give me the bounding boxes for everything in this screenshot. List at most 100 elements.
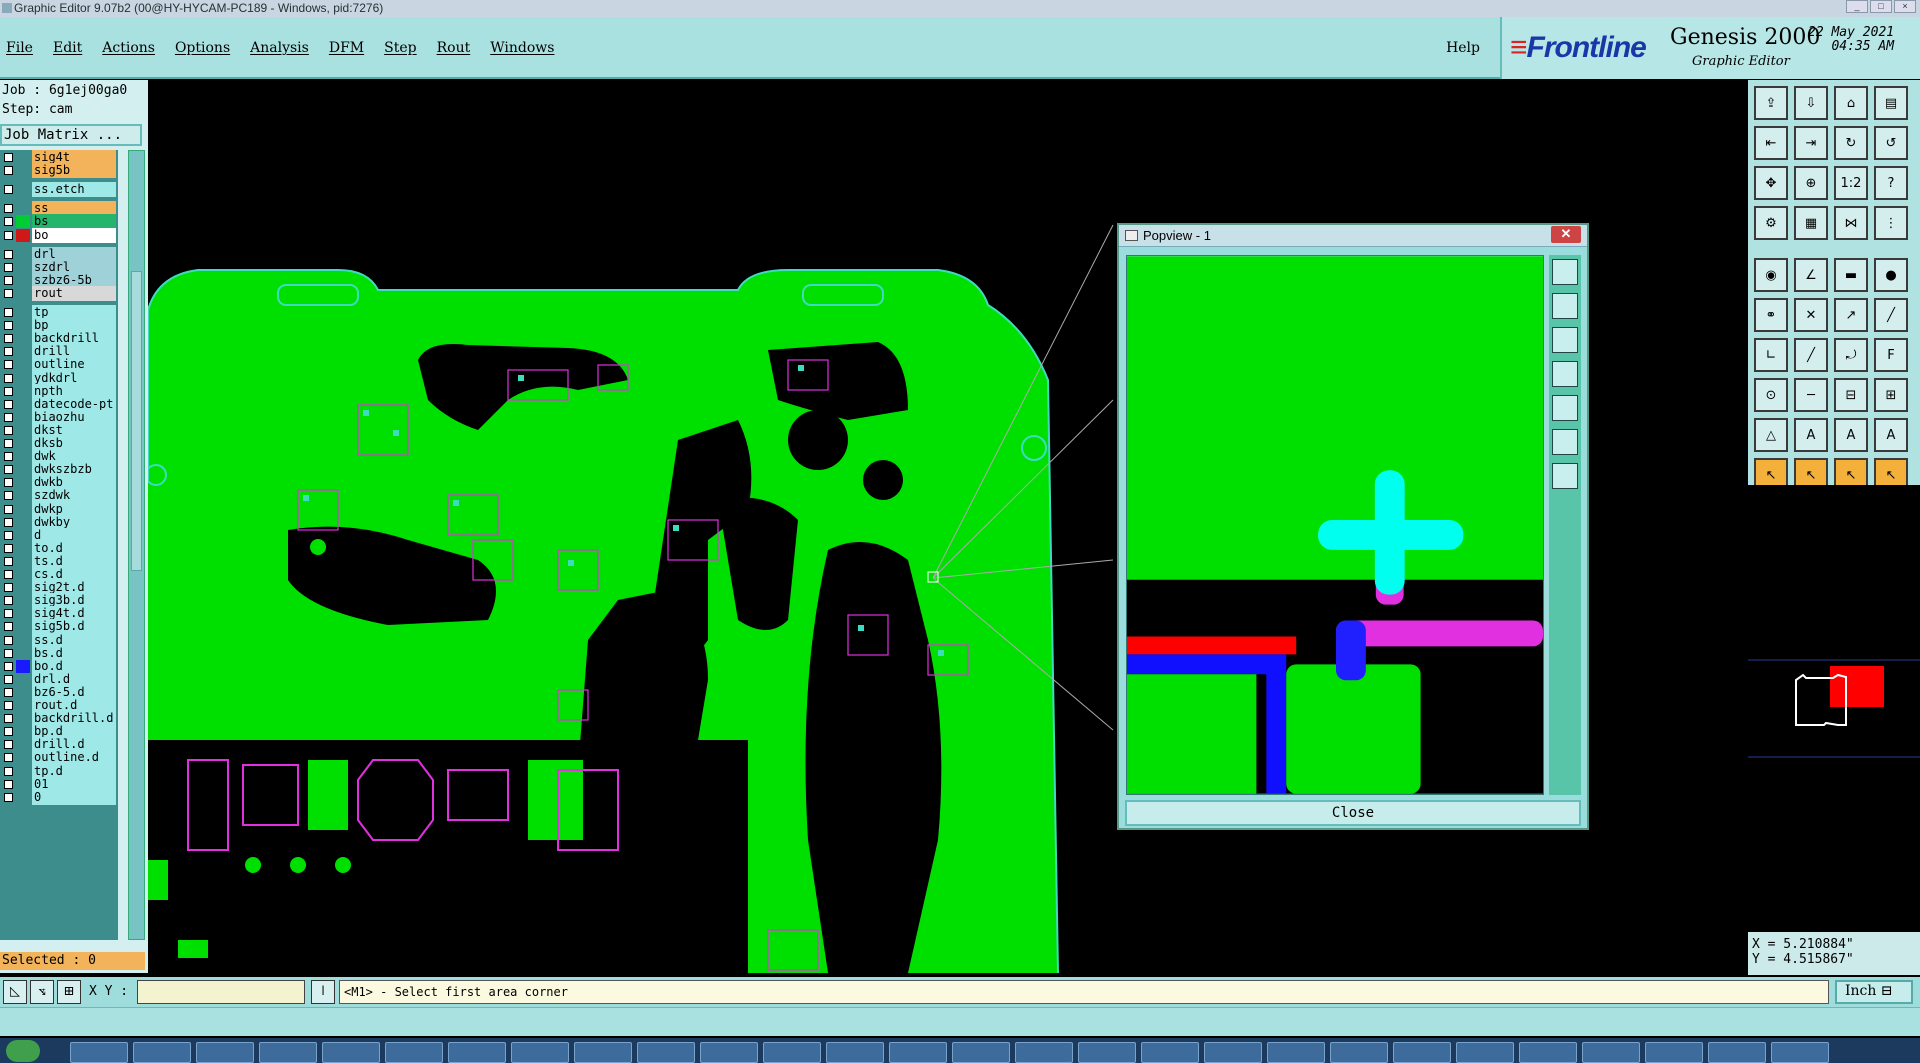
layer-checkbox[interactable] xyxy=(4,478,13,488)
layer-checkbox[interactable] xyxy=(4,504,13,514)
layer-checkbox[interactable] xyxy=(4,701,13,710)
taskbar-app-button[interactable] xyxy=(952,1042,1010,1063)
scrollbar-thumb[interactable] xyxy=(131,271,142,571)
layer-list[interactable]: sig4t sig5b ss.etch ss bs bo drl szdrl szbz6-5b r… xyxy=(0,150,118,940)
taskbar-app-button[interactable] xyxy=(1456,1042,1514,1063)
menu-rout[interactable]: Rout xyxy=(437,40,471,56)
taskbar-app-button[interactable] xyxy=(574,1042,632,1063)
arc-icon[interactable]: ⤾ xyxy=(1834,338,1868,372)
pad-icon[interactable]: ⊙ xyxy=(1754,378,1788,412)
info-icon[interactable]: ǀ xyxy=(311,980,335,1004)
triangle-icon[interactable]: △ xyxy=(1754,418,1788,452)
layer-checkbox[interactable] xyxy=(4,622,13,632)
menu-windows[interactable]: Windows xyxy=(490,40,554,56)
menu-options[interactable]: Options xyxy=(175,40,230,56)
layer-checkbox[interactable] xyxy=(4,543,13,553)
connect-icon[interactable]: ⚭ xyxy=(1754,298,1788,332)
layer-checkbox[interactable] xyxy=(4,230,13,240)
layer-row[interactable]: sig5b xyxy=(0,163,118,179)
taskbar-app-button[interactable] xyxy=(763,1042,821,1063)
maximize-icon[interactable]: □ xyxy=(1870,0,1892,13)
layer-checkbox[interactable] xyxy=(4,583,13,593)
snap-icon[interactable]: ◺ xyxy=(3,980,27,1004)
layer-checkbox[interactable] xyxy=(4,648,13,658)
xy-input[interactable] xyxy=(137,980,305,1004)
menu-file[interactable]: File xyxy=(6,40,33,56)
taskbar-app-button[interactable] xyxy=(637,1042,695,1063)
angle-icon[interactable]: ∠ xyxy=(1794,258,1828,292)
layer-checkbox[interactable] xyxy=(4,452,13,462)
layer-row[interactable]: bo xyxy=(0,227,118,243)
popview-close-button[interactable]: Close xyxy=(1125,800,1581,826)
layer-checkbox[interactable] xyxy=(4,360,13,370)
popview-close-icon[interactable]: ✕ xyxy=(1551,226,1581,243)
taskbar-app-button[interactable] xyxy=(322,1042,380,1063)
box-icon[interactable]: ⊟ xyxy=(1834,378,1868,412)
taskbar-app-button[interactable] xyxy=(1015,1042,1073,1063)
layer-checkbox[interactable] xyxy=(4,727,13,737)
taskbar-app-button[interactable] xyxy=(511,1042,569,1063)
layer-checkbox[interactable] xyxy=(4,373,13,383)
layer-checkbox[interactable] xyxy=(4,347,13,357)
start-button[interactable] xyxy=(6,1040,40,1062)
grid-icon[interactable]: ⊞ xyxy=(57,980,81,1004)
taskbar-app-button[interactable] xyxy=(1582,1042,1640,1063)
taskbar-app-button[interactable] xyxy=(1519,1042,1577,1063)
layer-checkbox[interactable] xyxy=(4,661,13,671)
grid-toggle-icon[interactable]: ▦ xyxy=(1794,206,1828,240)
layer-checkbox[interactable] xyxy=(4,530,13,540)
job-matrix-button[interactable]: Job Matrix ... xyxy=(0,124,142,146)
taskbar-app-button[interactable] xyxy=(1393,1042,1451,1063)
close-icon[interactable]: × xyxy=(1894,0,1916,13)
layer-checkbox[interactable] xyxy=(4,204,13,214)
layer-checkbox[interactable] xyxy=(4,753,13,763)
taskbar-app-button[interactable] xyxy=(889,1042,947,1063)
layer-checkbox[interactable] xyxy=(4,687,13,697)
layout-icon[interactable]: ▤ xyxy=(1874,86,1908,120)
layer-checkbox[interactable] xyxy=(4,308,13,317)
taskbar-app-button[interactable] xyxy=(70,1042,128,1063)
layer-row[interactable]: 0 xyxy=(0,789,118,805)
dot-icon[interactable]: ● xyxy=(1874,258,1908,292)
layer-checkbox[interactable] xyxy=(4,412,13,422)
minus-icon[interactable]: ─ xyxy=(1794,378,1828,412)
save-icon[interactable]: ⇩ xyxy=(1794,86,1828,120)
home-icon[interactable]: ⌂ xyxy=(1834,86,1868,120)
layer-checkbox[interactable] xyxy=(4,517,13,527)
edge-icon[interactable]: ↗ xyxy=(1834,298,1868,332)
fit-icon[interactable]: ✥ xyxy=(1754,166,1788,200)
layer-checkbox[interactable] xyxy=(4,262,13,272)
layer-checkbox[interactable] xyxy=(4,491,13,501)
layer-checkbox[interactable] xyxy=(4,766,13,776)
taskbar-app-button[interactable] xyxy=(1330,1042,1388,1063)
cross-icon[interactable]: ✕ xyxy=(1794,298,1828,332)
layer-checkbox[interactable] xyxy=(4,399,13,409)
line-icon[interactable]: ╱ xyxy=(1874,298,1908,332)
pan-down-icon[interactable] xyxy=(1552,327,1578,353)
help-icon[interactable]: ? xyxy=(1874,166,1908,200)
layer-name[interactable]: sig5b xyxy=(32,163,116,179)
layer-icon[interactable]: ⋮ xyxy=(1874,206,1908,240)
pan-left-icon[interactable] xyxy=(1552,361,1578,387)
taskbar-app-button[interactable] xyxy=(1078,1042,1136,1063)
component-icon[interactable]: ⊞ xyxy=(1874,378,1908,412)
layer-checkbox[interactable] xyxy=(4,166,13,176)
settings-icon[interactable]: ⚙ xyxy=(1754,206,1788,240)
layer-checkbox[interactable] xyxy=(4,792,13,802)
taskbar-app-button[interactable] xyxy=(1204,1042,1262,1063)
layer-checkbox[interactable] xyxy=(4,321,13,331)
layer-name[interactable]: bo xyxy=(32,227,116,243)
taskbar-app-button[interactable] xyxy=(385,1042,443,1063)
popview-canvas[interactable] xyxy=(1126,255,1544,795)
menu-edit[interactable]: Edit xyxy=(53,40,82,56)
layer-checkbox[interactable] xyxy=(4,185,13,195)
menu-step[interactable]: Step xyxy=(384,40,416,56)
layer-checkbox[interactable] xyxy=(4,556,13,566)
layer-checkbox[interactable] xyxy=(4,288,13,298)
minimize-icon[interactable]: _ xyxy=(1846,0,1868,13)
taskbar-app-button[interactable] xyxy=(259,1042,317,1063)
taskbar-app-button[interactable] xyxy=(448,1042,506,1063)
measure-icon[interactable]: ⦪ xyxy=(30,980,54,1004)
slash-icon[interactable]: ╱ xyxy=(1794,338,1828,372)
layer-checkbox[interactable] xyxy=(4,465,13,475)
